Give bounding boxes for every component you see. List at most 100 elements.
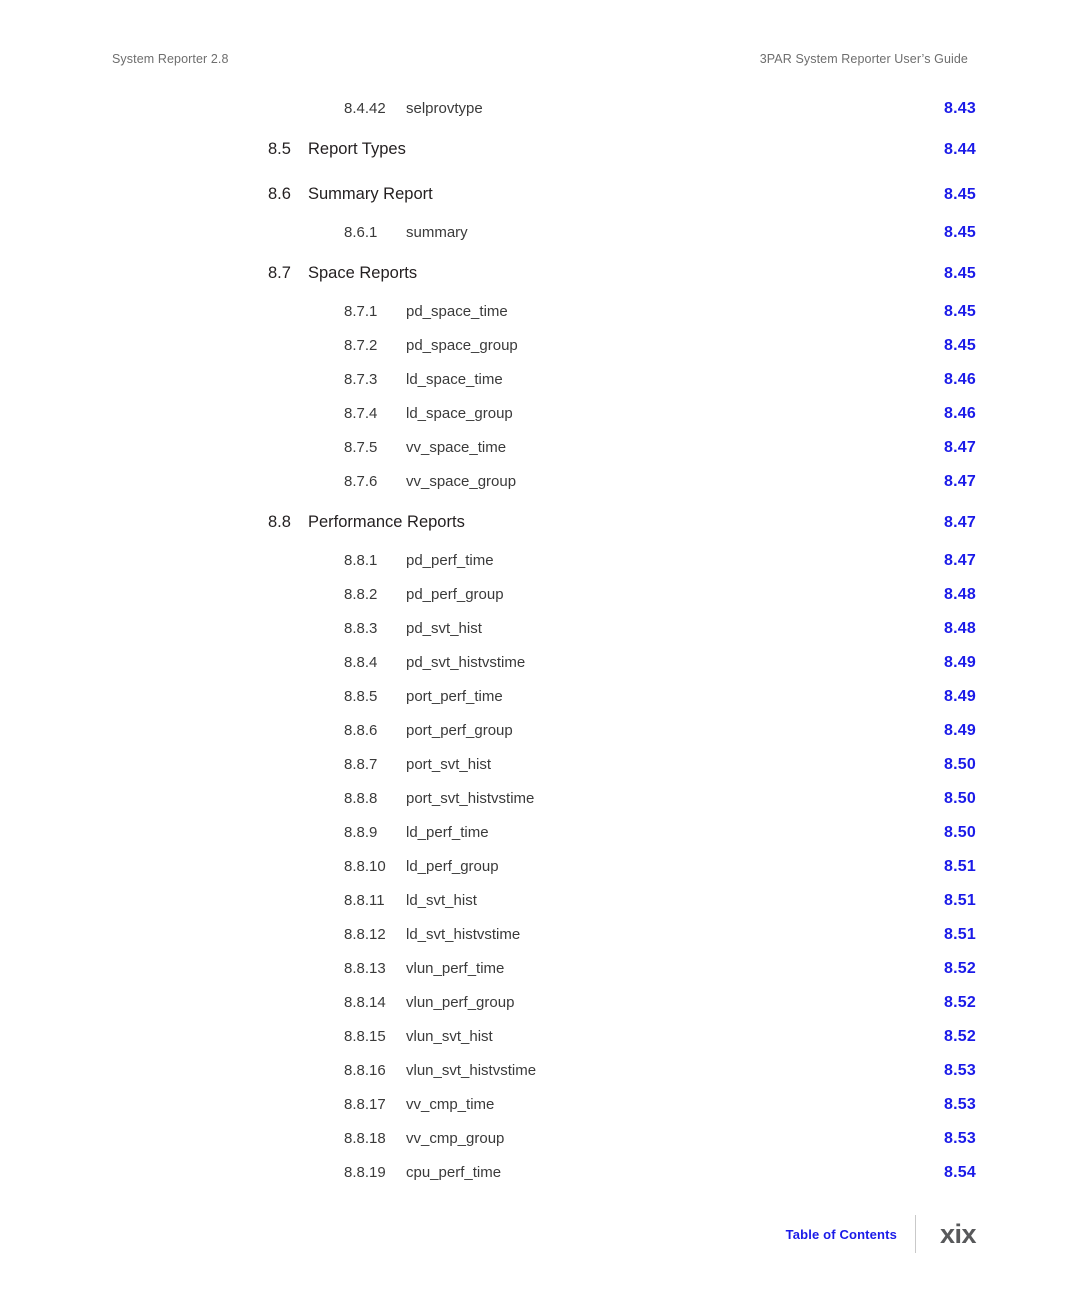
toc-entry[interactable]: 8.8.3 pd_svt_hist 8.48 (112, 620, 976, 654)
toc-entry-label: vv_cmp_time (406, 1096, 495, 1113)
toc-entry-number: 8.8.19 (344, 1164, 386, 1181)
toc-entry-page-number[interactable]: 8.45 (918, 303, 976, 321)
toc-entry-page-number[interactable]: 8.48 (918, 586, 976, 604)
toc-entry[interactable]: 8.7.3 ld_space_time 8.46 (112, 371, 976, 405)
toc-entry[interactable]: 8.8.10 ld_perf_group 8.51 (112, 858, 976, 892)
toc-entry-page-number[interactable]: 8.53 (918, 1130, 976, 1148)
toc-entry[interactable]: 8.8.19 cpu_perf_time 8.54 (112, 1164, 976, 1198)
toc-entry-page-number[interactable]: 8.53 (918, 1096, 976, 1114)
toc-entry-label: vlun_perf_group (406, 994, 515, 1011)
toc-entry-label: pd_svt_histvstime (406, 654, 526, 671)
toc-entry-number: 8.8.3 (344, 620, 378, 637)
toc-entry-page-number[interactable]: 8.45 (918, 337, 976, 355)
footer-section-label: Table of Contents (785, 1226, 897, 1242)
running-header: System Reporter 2.8 3PAR System Reporter… (112, 52, 968, 66)
toc-entry-label: ld_svt_histvstime (406, 926, 521, 943)
toc-entry-page-number[interactable]: 8.48 (918, 620, 976, 638)
toc-entry[interactable]: 8.8.1 pd_perf_time 8.47 (112, 552, 976, 586)
toc-entry-page-number[interactable]: 8.46 (918, 371, 976, 389)
toc-entry-number: 8.8.11 (344, 892, 385, 909)
toc-entry-page-number[interactable]: 8.50 (918, 824, 976, 842)
toc-entry-number: 8.8.4 (344, 654, 378, 671)
toc-entry-page-number[interactable]: 8.49 (918, 688, 976, 706)
toc-entry[interactable]: 8.8.13 vlun_perf_time 8.52 (112, 960, 976, 994)
toc-entry[interactable]: 8.8.9 ld_perf_time 8.50 (112, 824, 976, 858)
toc-entry-number: 8.7.3 (344, 371, 378, 388)
toc-entry-number: 8.8.12 (344, 926, 386, 943)
toc-entry[interactable]: 8.6 Summary Report 8.45 (112, 185, 976, 224)
toc-entry-label: vlun_svt_histvstime (406, 1062, 537, 1079)
toc-entry-label: pd_svt_hist (406, 620, 482, 637)
toc-entry-page-number[interactable]: 8.47 (918, 439, 976, 457)
toc-entry-number: 8.8.10 (344, 858, 386, 875)
header-product-name: System Reporter 2.8 (112, 52, 229, 66)
toc-entry-number: 8.7 (268, 264, 291, 282)
toc-entry-page-number[interactable]: 8.50 (918, 756, 976, 774)
toc-entry-number: 8.6.1 (344, 224, 378, 241)
toc-entry[interactable]: 8.7 Space Reports 8.45 (112, 264, 976, 303)
toc-entry[interactable]: 8.7.6 vv_space_group 8.47 (112, 473, 976, 507)
toc-entry[interactable]: 8.8.18 vv_cmp_group 8.53 (112, 1130, 976, 1164)
toc-entry[interactable]: 8.4.42 selprovtype 8.43 (112, 100, 976, 134)
toc-entry[interactable]: 8.8.8 port_svt_histvstime 8.50 (112, 790, 976, 824)
toc-entry-page-number[interactable]: 8.52 (918, 960, 976, 978)
toc-entry-page-number[interactable]: 8.50 (918, 790, 976, 808)
toc-entry-page-number[interactable]: 8.52 (918, 994, 976, 1012)
toc-entry[interactable]: 8.6.1 summary 8.45 (112, 224, 976, 258)
toc-entry[interactable]: 8.8.12 ld_svt_histvstime 8.51 (112, 926, 976, 960)
toc-entry-number: 8.5 (268, 140, 291, 158)
toc-entry[interactable]: 8.8.15 vlun_svt_hist 8.52 (112, 1028, 976, 1062)
toc-entry-number: 8.6 (268, 185, 291, 203)
toc-entry-page-number[interactable]: 8.46 (918, 405, 976, 423)
toc-entry-number: 8.8.1 (344, 552, 378, 569)
toc-entry[interactable]: 8.8.7 port_svt_hist 8.50 (112, 756, 976, 790)
toc-entry-page-number[interactable]: 8.54 (918, 1164, 976, 1182)
toc-entry[interactable]: 8.7.4 ld_space_group 8.46 (112, 405, 976, 439)
toc-entry[interactable]: 8.8.16 vlun_svt_histvstime 8.53 (112, 1062, 976, 1096)
toc-entry-label: Report Types (308, 140, 406, 158)
toc-entry-page-number[interactable]: 8.52 (918, 1028, 976, 1046)
toc-entry-page-number[interactable]: 8.53 (918, 1062, 976, 1080)
toc-entry[interactable]: 8.8.5 port_perf_time 8.49 (112, 688, 976, 722)
toc-entry-label: port_svt_histvstime (406, 790, 535, 807)
toc-entry-page-number[interactable]: 8.44 (918, 141, 976, 159)
toc-entry[interactable]: 8.8 Performance Reports 8.47 (112, 513, 976, 552)
toc-entry-page-number[interactable]: 8.47 (918, 552, 976, 570)
toc-entry[interactable]: 8.8.17 vv_cmp_time 8.53 (112, 1096, 976, 1130)
toc-entry[interactable]: 8.8.11 ld_svt_hist 8.51 (112, 892, 976, 926)
toc-entry[interactable]: 8.7.1 pd_space_time 8.45 (112, 303, 976, 337)
toc-entry-label: ld_perf_time (406, 824, 489, 841)
toc-entry-page-number[interactable]: 8.47 (918, 473, 976, 491)
toc-entry[interactable]: 8.8.14 vlun_perf_group 8.52 (112, 994, 976, 1028)
toc-entry[interactable]: 8.8.4 pd_svt_histvstime 8.49 (112, 654, 976, 688)
toc-entry-page-number[interactable]: 8.43 (918, 100, 976, 118)
toc-entry-label: selprovtype (406, 100, 483, 117)
toc-entry-number: 8.7.2 (344, 337, 378, 354)
toc-entry-page-number[interactable]: 8.45 (918, 224, 976, 242)
toc-entry-label: ld_svt_hist (406, 892, 477, 909)
toc-entry-page-number[interactable]: 8.49 (918, 722, 976, 740)
toc-entry-number: 8.7.5 (344, 439, 378, 456)
toc-entry[interactable]: 8.8.2 pd_perf_group 8.48 (112, 586, 976, 620)
toc-entry-number: 8.8.13 (344, 960, 386, 977)
toc-entry-page-number[interactable]: 8.47 (918, 514, 976, 532)
toc-entry-number: 8.8.6 (344, 722, 378, 739)
toc-entry-number: 8.8.15 (344, 1028, 386, 1045)
toc-entry-page-number[interactable]: 8.51 (918, 892, 976, 910)
toc-entry-label: ld_space_time (406, 371, 503, 388)
toc-entry-number: 8.7.6 (344, 473, 378, 490)
toc-entry[interactable]: 8.7.2 pd_space_group 8.45 (112, 337, 976, 371)
toc-entry[interactable]: 8.7.5 vv_space_time 8.47 (112, 439, 976, 473)
toc-entry-page-number[interactable]: 8.45 (918, 265, 976, 283)
toc-entry[interactable]: 8.5 Report Types 8.44 (112, 140, 976, 179)
toc-entry-page-number[interactable]: 8.51 (918, 858, 976, 876)
toc-entry-number: 8.8.14 (344, 994, 386, 1011)
toc-entry-number: 8.8 (268, 513, 291, 531)
toc-entry-label: ld_perf_group (406, 858, 499, 875)
toc-entry-page-number[interactable]: 8.51 (918, 926, 976, 944)
footer-divider (915, 1215, 916, 1253)
toc-entry-page-number[interactable]: 8.45 (918, 186, 976, 204)
toc-entry-label: pd_space_group (406, 337, 518, 354)
toc-entry-page-number[interactable]: 8.49 (918, 654, 976, 672)
toc-entry[interactable]: 8.8.6 port_perf_group 8.49 (112, 722, 976, 756)
